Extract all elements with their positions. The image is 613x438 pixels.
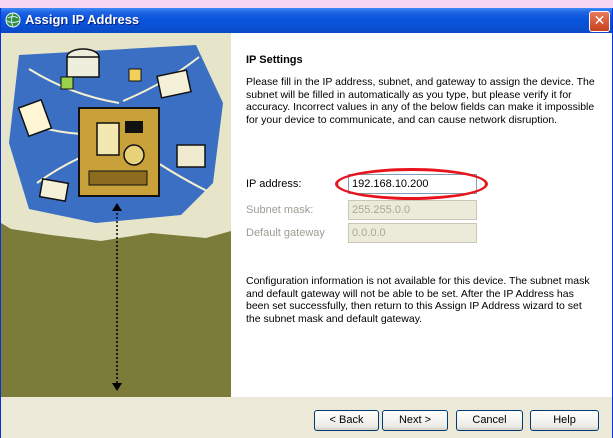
instructions-text: Please fill in the IP address, subnet, a…	[246, 76, 595, 126]
assign-ip-dialog: Assign IP Address ✕ IP Settings Please f…	[0, 8, 613, 438]
next-button[interactable]: Next >	[382, 410, 448, 431]
wizard-side-panel	[1, 33, 231, 397]
window-title: Assign IP Address	[25, 12, 140, 27]
close-button[interactable]: ✕	[589, 11, 610, 32]
ip-address-label: IP address:	[246, 178, 302, 190]
ip-settings-panel: IP Settings Please fill in the IP addres…	[231, 33, 612, 397]
help-button[interactable]: Help	[530, 410, 599, 431]
title-bar[interactable]: Assign IP Address ✕	[1, 8, 612, 33]
wizard-button-bar: < Back Next > Cancel Help	[1, 397, 612, 438]
close-icon: ✕	[593, 13, 606, 29]
subnet-mask-input: 255.255.0.0	[348, 200, 477, 220]
page-title: IP Settings	[246, 54, 303, 66]
back-button[interactable]: < Back	[314, 410, 379, 431]
default-gateway-input: 0.0.0.0	[348, 223, 477, 243]
default-gateway-label: Default gateway	[246, 227, 325, 239]
subnet-mask-label: Subnet mask:	[246, 204, 314, 216]
config-info-note: Configuration information is not availab…	[246, 275, 590, 325]
cancel-button[interactable]: Cancel	[456, 410, 523, 431]
ip-address-highlight-circle	[335, 168, 488, 200]
network-globe-icon	[5, 12, 21, 28]
network-illustration	[1, 33, 231, 391]
